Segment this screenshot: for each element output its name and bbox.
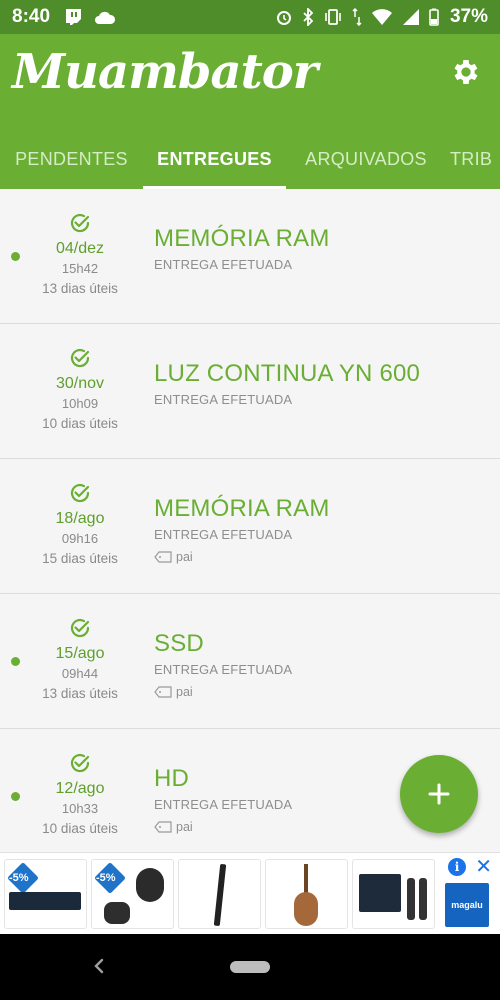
item-tag[interactable]: pai xyxy=(154,685,490,699)
back-icon[interactable] xyxy=(88,953,110,979)
item-status: ENTREGA EFETUADA xyxy=(154,662,293,677)
item-time: 10h33 xyxy=(61,801,99,816)
unread-dot xyxy=(11,657,20,666)
ad-item-amplifier[interactable]: -5% xyxy=(4,859,87,929)
check-circle-icon xyxy=(70,213,90,233)
tab-pendentes[interactable]: PENDENTES xyxy=(0,129,143,189)
tag-icon xyxy=(154,821,172,833)
app-bar: Muambator PENDENTES ENTREGUES ARQUIVADOS… xyxy=(0,34,500,189)
microphone-image xyxy=(136,868,164,902)
item-time: 10h09 xyxy=(61,396,99,411)
item-business-days: 15 dias úteis xyxy=(42,551,118,566)
signal-icon xyxy=(402,9,419,25)
status-time: 8:40 xyxy=(12,6,51,27)
item-tag[interactable]: pai xyxy=(154,550,490,564)
check-circle-icon xyxy=(70,348,90,368)
ad-item-ukulele[interactable] xyxy=(265,859,348,929)
tab-trib[interactable]: TRIB xyxy=(446,129,500,189)
item-title: MEMÓRIA RAM xyxy=(154,495,330,522)
tag-label: pai xyxy=(176,550,193,564)
tag-icon xyxy=(154,551,172,563)
ad-info-icon[interactable]: i xyxy=(448,858,466,876)
system-nav-bar xyxy=(0,934,500,1000)
check-circle-icon xyxy=(70,483,90,503)
app-logo: Muambator xyxy=(12,44,318,100)
amplifier-image xyxy=(9,892,81,910)
alarm-icon xyxy=(276,11,291,25)
item-title: LUZ CONTINUA YN 600 xyxy=(154,360,421,387)
item-date: 18/ago xyxy=(55,510,105,527)
item-business-days: 13 dias úteis xyxy=(42,281,118,296)
item-business-days: 10 dias úteis xyxy=(42,416,118,431)
battery-icon xyxy=(429,8,439,26)
item-status: ENTREGA EFETUADA xyxy=(154,527,293,542)
battery-percent: 37% xyxy=(449,6,488,27)
item-date: 30/nov xyxy=(55,375,105,392)
discount-badge: -5% xyxy=(96,872,116,884)
gear-icon[interactable] xyxy=(450,56,482,88)
item-date: 04/dez xyxy=(55,240,105,257)
home-pill[interactable] xyxy=(230,961,270,973)
wifi-icon xyxy=(371,9,392,25)
item-date: 12/ago xyxy=(55,780,105,797)
item-business-days: 10 dias úteis xyxy=(42,821,118,836)
cloud-icon xyxy=(95,11,116,24)
tab-arquivados[interactable]: ARQUIVADOS xyxy=(286,129,446,189)
add-tracking-button[interactable] xyxy=(400,755,478,833)
unread-dot xyxy=(11,252,20,261)
mic-receiver-image xyxy=(359,874,401,912)
list-item[interactable]: 15/ago 09h44 13 dias úteis SSD ENTREGA E… xyxy=(0,594,500,729)
item-status: ENTREGA EFETUADA xyxy=(154,392,293,407)
unread-dot xyxy=(11,792,20,801)
data-arrows-icon xyxy=(352,8,362,26)
list-item[interactable]: 04/dez 15h42 13 dias úteis MEMÓRIA RAM E… xyxy=(0,189,500,324)
clarinet-image xyxy=(213,863,227,927)
ad-item-wireless-mic[interactable] xyxy=(352,859,435,929)
ad-banner: -5% -5% magalu xyxy=(0,852,500,934)
ad-close-icon[interactable]: ✕ xyxy=(475,854,492,879)
check-circle-icon xyxy=(70,753,90,773)
plus-icon xyxy=(428,783,450,805)
item-status: ENTREGA EFETUADA xyxy=(154,257,293,272)
tab-entregues[interactable]: ENTREGUES xyxy=(143,129,286,189)
ukulele-image xyxy=(294,892,318,926)
item-time: 15h42 xyxy=(61,261,99,276)
ad-item-clarinet[interactable] xyxy=(178,859,261,929)
tab-bar: PENDENTES ENTREGUES ARQUIVADOS TRIB xyxy=(0,129,500,189)
ad-item-microphone[interactable]: -5% xyxy=(91,859,174,929)
tag-icon xyxy=(154,686,172,698)
twitch-icon xyxy=(66,9,82,25)
item-title: MEMÓRIA RAM xyxy=(154,225,330,252)
tag-label: pai xyxy=(176,820,193,834)
bluetooth-icon xyxy=(303,8,314,26)
check-circle-icon xyxy=(70,618,90,638)
status-bar: 8:40 37% xyxy=(0,0,500,34)
item-business-days: 13 dias úteis xyxy=(42,686,118,701)
item-time: 09h16 xyxy=(61,531,99,546)
tag-label: pai xyxy=(176,685,193,699)
discount-badge: -5% xyxy=(9,872,29,884)
list-item[interactable]: 30/nov 10h09 10 dias úteis LUZ CONTINUA … xyxy=(0,324,500,459)
item-time: 09h44 xyxy=(61,666,99,681)
brand-logo: magalu xyxy=(451,900,483,910)
list-item[interactable]: 18/ago 09h16 15 dias úteis MEMÓRIA RAM E… xyxy=(0,459,500,594)
item-title: SSD xyxy=(154,630,204,657)
item-date: 15/ago xyxy=(55,645,105,662)
vibrate-icon xyxy=(325,9,341,25)
